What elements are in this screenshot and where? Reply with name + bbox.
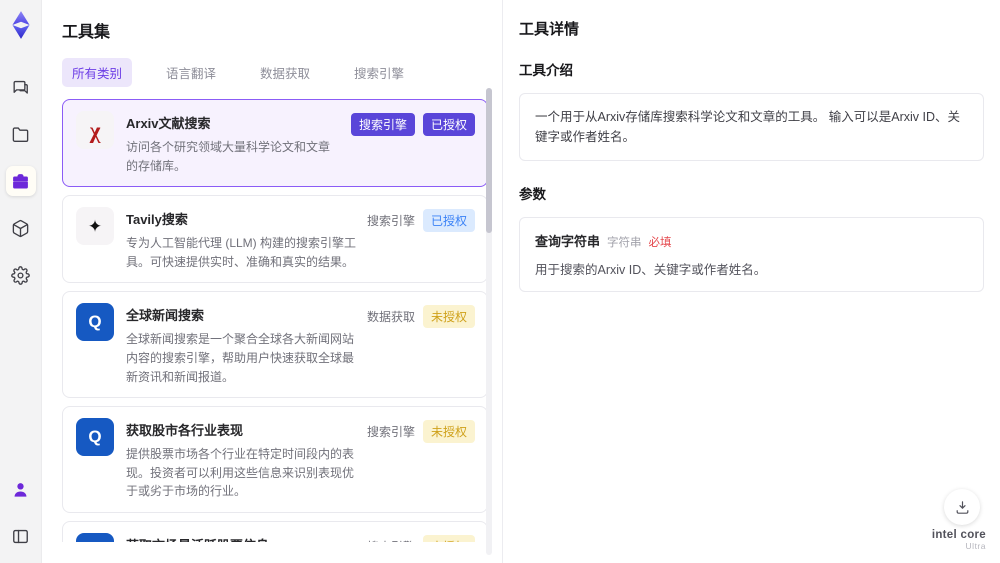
tool-name: 全球新闻搜索 — [126, 308, 205, 324]
tab-1[interactable]: 所有类别 — [62, 58, 133, 87]
category-badge: 搜索引擎 — [367, 535, 415, 542]
intel-core-logo: intel core Ultra — [932, 529, 986, 551]
intel-ultra-text: Ultra — [965, 540, 986, 551]
page-title: 工具集 — [62, 24, 111, 41]
auth-status-badge: 未授权 — [422, 305, 475, 329]
tool-icon-tile: Q — [76, 418, 114, 457]
tool-icon-tile: Q — [76, 532, 114, 542]
tool-desc: 提供股票市场各个行业在特定时间段内的表现。投资者可以利用这些信息来识别表现优于或… — [126, 447, 355, 499]
tab-2[interactable]: 语言翻译 — [156, 58, 226, 87]
tool-name: 获取股市各行业表现 — [126, 423, 244, 439]
folder-icon[interactable] — [6, 119, 36, 149]
tool-card-main: 获取股市各行业表现提供股票市场各个行业在特定时间段内的表现。投资者可以利用这些信… — [126, 418, 357, 501]
tool-card[interactable]: χ Arxiv文献搜索访问各个研究领域大量科学论文和文章的存储库。 搜索引擎 已授权 — [62, 99, 488, 188]
auth-status-badge: 未授权 — [422, 420, 475, 444]
scrollbar[interactable] — [486, 88, 492, 555]
param-card: 查询字符串 字符串 必填 用于搜索的Arxiv ID、关键字或作者姓名。 — [519, 217, 984, 292]
param-header: 查询字符串 字符串 必填 — [535, 231, 968, 250]
tool-badges: 搜索引擎 已授权 — [367, 207, 475, 271]
param-name: 查询字符串 — [535, 234, 601, 249]
cube-icon[interactable] — [6, 213, 36, 243]
param-type: 字符串 — [607, 237, 642, 249]
tool-badges: 数据获取 未授权 — [367, 303, 475, 386]
tool-badges: 搜索引擎未授权 — [367, 533, 475, 542]
tool-name: Tavily搜索 — [126, 212, 188, 228]
toolbox-icon[interactable] — [5, 166, 36, 196]
tool-desc: 全球新闻搜索是一个聚合全球各大新闻网站内容的搜索引擎，帮助用户快速获取全球最新资… — [126, 332, 355, 384]
tab-4[interactable]: 搜索引擎 — [344, 58, 414, 87]
intro-card: 一个用于从Arxiv存储库搜索科学论文和文章的工具。 输入可以是Arxiv ID… — [519, 93, 984, 161]
auth-status-badge: 未授权 — [422, 534, 475, 542]
tool-list: χ Arxiv文献搜索 访问各个研究领域大量科学论文和文章的存储库。 搜索引擎 已授权 ✦… — [62, 99, 494, 542]
tool-card-main: Tavily搜索专为人工智能代理 (LLM) 构建的搜索引擎工具。可快速提供实时… — [126, 207, 357, 271]
intro-text: 一个用于从Arxiv存储库搜索科学论文和文章的工具。 输入可以是Arxiv ID… — [535, 110, 961, 144]
tool-name: Arxiv文献搜索 — [126, 116, 211, 131]
tool-icon-tile: ✦ — [76, 207, 114, 246]
auth-status-badge: 已授权 — [422, 209, 475, 233]
settings-icon[interactable] — [6, 260, 36, 290]
category-badge: 数据获取 — [366, 310, 415, 325]
intro-heading: 工具介绍 — [519, 63, 573, 78]
scrollbar-thumb[interactable] — [486, 88, 492, 233]
auth-status-badge: 已授权 — [422, 113, 475, 136]
intel-core-text: intel core — [931, 529, 986, 542]
detail-title: 工具详情 — [519, 21, 580, 38]
chat-icon[interactable] — [6, 72, 36, 102]
tool-icon-tile: χ — [76, 111, 114, 149]
tool-icon-tile: Q — [76, 303, 114, 342]
arxiv-icon: χ — [89, 117, 101, 143]
tool-list-panel: 工具集 所有类别 语言翻译 数据获取 搜索引擎 χ Arxiv文献搜索 访问各个研究领域大… — [42, 0, 502, 563]
tool-desc: 专为人工智能代理 (LLM) 构建的搜索引擎工具。可快速提供实时、准确和真实的结… — [126, 236, 357, 269]
app-logo-icon — [11, 11, 30, 39]
category-badge: 搜索引擎 — [366, 214, 415, 229]
tavily-icon: ✦ — [87, 216, 103, 236]
params-heading: 参数 — [519, 187, 546, 202]
tool-card-main: Arxiv文献搜索访问各个研究领域大量科学论文和文章的存储库。 — [126, 111, 341, 175]
category-tabs: 所有类别 语言翻译 数据获取 搜索引擎 — [62, 58, 494, 87]
tool-badges: 搜索引擎 已授权 — [350, 111, 475, 175]
tool-card[interactable]: ✦ Tavily搜索专为人工智能代理 (LLM) 构建的搜索引擎工具。可快速提供实… — [62, 195, 488, 284]
avatar-icon[interactable] — [6, 474, 36, 504]
tab-3[interactable]: 数据获取 — [250, 58, 320, 87]
download-button[interactable] — [944, 489, 980, 525]
tool-card[interactable]: Q 全球新闻搜索全球新闻搜索是一个聚合全球各大新闻网站内容的搜索引擎，帮助用户快速… — [62, 291, 488, 399]
tool-name: 获取市场最活跃股票信息 — [126, 535, 357, 542]
category-badge: 搜索引擎 — [366, 425, 415, 440]
download-icon — [956, 500, 968, 514]
tool-card[interactable]: Q 获取市场最活跃股票信息提供当天交易量最高的股票列表，投资者可以利用这些信息来识… — [62, 520, 488, 542]
q-icon: Q — [88, 427, 102, 447]
tool-badges: 搜索引擎未授权 — [367, 418, 475, 501]
tool-card-main: 获取市场最活跃股票信息提供当天交易量最高的股票列表，投资者可以利用这些信息来识别… — [126, 533, 357, 542]
param-desc: 用于搜索的Arxiv ID、关键字或作者姓名。 — [535, 263, 767, 277]
icon-rail — [0, 0, 42, 563]
panel-toggle-icon[interactable] — [6, 521, 36, 551]
q-icon: Q — [88, 312, 102, 332]
tool-card-main: 全球新闻搜索全球新闻搜索是一个聚合全球各大新闻网站内容的搜索引擎，帮助用户快速获… — [126, 303, 357, 386]
category-badge: 搜索引擎 — [350, 113, 415, 136]
tool-desc: 访问各个研究领域大量科学论文和文章的存储库。 — [126, 140, 331, 173]
tool-detail-panel: 工具详情 工具介绍 一个用于从Arxiv存储库搜索科学论文和文章的工具。 输入可… — [502, 0, 1000, 563]
app-window: 工具集 所有类别 语言翻译 数据获取 搜索引擎 χ Arxiv文献搜索 访问各个研究领域大… — [0, 0, 1000, 563]
tool-card[interactable]: Q 获取股市各行业表现提供股票市场各个行业在特定时间段内的表现。投资者可以利用这些… — [62, 406, 488, 513]
param-required-badge: 必填 — [648, 237, 672, 249]
